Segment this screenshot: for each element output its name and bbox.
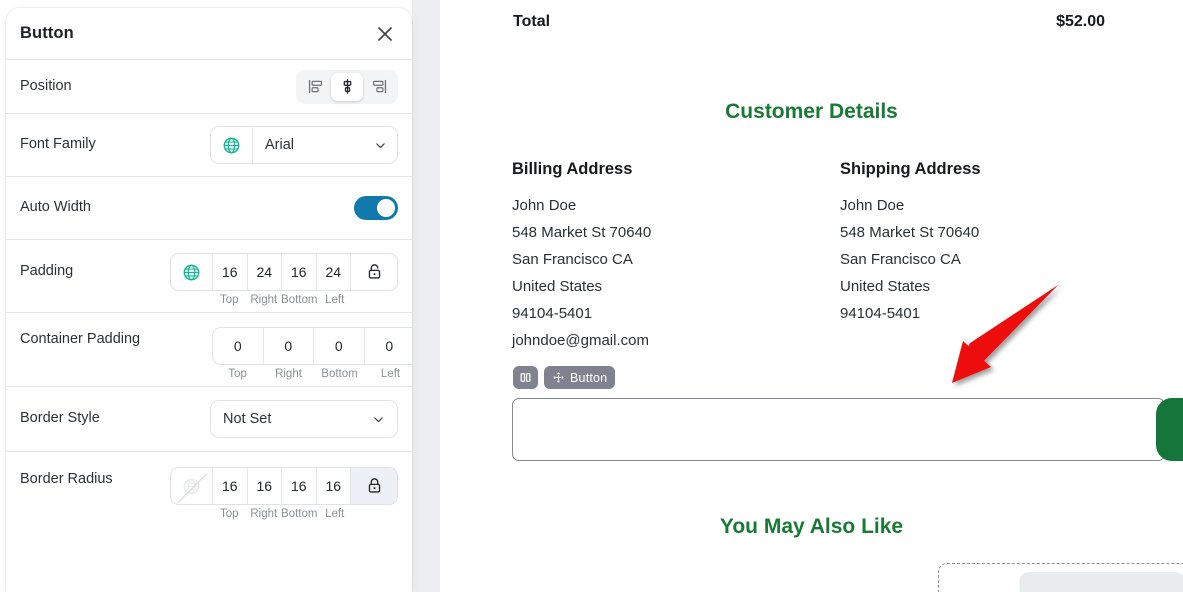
selected-element-badge[interactable]: Button — [544, 366, 616, 389]
row-label-padding: Padding — [20, 263, 74, 279]
padding-sublabel-right: Right — [250, 294, 278, 306]
border-radius-sublabel-right: Right — [250, 508, 278, 520]
row-label-border-style: Border Style — [20, 410, 100, 427]
chevron-down-icon — [374, 416, 383, 422]
border-radius-right-input[interactable]: 16 — [248, 468, 282, 504]
border-radius-sublabel-top: Top — [219, 508, 239, 520]
selected-button-container[interactable] — [512, 398, 1165, 461]
border-radius-quad-control: 16 16 16 16 Top Right Bottom Left — [170, 467, 398, 520]
shipping-line-street: 548 Market St 70640 — [840, 224, 980, 241]
row-padding: Padding 16 24 16 24 Top Right Bottom Lef… — [6, 240, 412, 313]
font-family-value: Arial — [265, 137, 295, 153]
shipping-address-block: Shipping Address John Doe 548 Market St … — [840, 160, 981, 327]
row-font-family: Font Family Arial — [6, 114, 412, 177]
billing-line-zip: 94104-5401 — [512, 305, 593, 322]
shipping-line-zip: 94104-5401 — [840, 305, 921, 322]
total-row: Total $52.00 — [513, 13, 1105, 31]
you-may-also-like-title: You May Also Like — [719, 515, 904, 538]
row-border-radius: Border Radius 16 16 16 16 Top Right Bott… — [6, 452, 412, 528]
product-thumbnail-placeholder — [1019, 572, 1183, 592]
border-radius-sublabel-left: Left — [325, 508, 345, 520]
total-value: $52.00 — [1056, 13, 1105, 30]
product-card[interactable] — [938, 563, 1183, 592]
padding-quad-control: 16 24 16 24 Top Right Bottom Left — [170, 253, 398, 306]
selected-element-label: Button — [570, 370, 608, 385]
shipping-line-country: United States — [840, 278, 931, 295]
row-label-font-family: Font Family — [20, 136, 96, 153]
padding-left-input[interactable]: 24 — [317, 254, 351, 290]
screen-root: Button Position Font Family Arial Auto W… — [0, 0, 1183, 592]
font-family-control: Arial — [210, 126, 398, 164]
padding-top-input[interactable]: 16 — [213, 254, 248, 290]
billing-address-block: Billing Address John Doe 548 Market St 7… — [512, 160, 651, 354]
shipping-line-name: John Doe — [840, 197, 905, 214]
billing-line-city: San Francisco CA — [512, 251, 633, 268]
customer-details-title: Customer Details — [725, 100, 898, 123]
shipping-line-city: San Francisco CA — [840, 251, 961, 268]
container-padding-sublabel-top: Top — [228, 368, 247, 380]
font-family-select[interactable]: Arial — [253, 127, 397, 163]
row-label-container-padding: Container Padding — [20, 331, 141, 347]
container-padding-top-input[interactable]: 0 — [213, 328, 264, 364]
panel-gutter — [412, 0, 440, 592]
padding-sublabel-bottom: Bottom — [281, 294, 318, 306]
billing-line-name: John Doe — [512, 197, 577, 214]
padding-sublabels: Top Right Bottom Left — [170, 294, 398, 306]
container-padding-sublabel-left: Left — [380, 368, 401, 380]
billing-line-street: 548 Market St 70640 — [512, 224, 652, 241]
billing-line-country: United States — [512, 278, 603, 295]
row-label-position: Position — [20, 77, 72, 94]
page-title: Button — [20, 24, 74, 42]
padding-sublabel-left: Left — [325, 294, 345, 306]
check-order-status-button[interactable]: Check Order Status — [1156, 398, 1183, 461]
container-padding-quad-control: 0 0 0 0 Top Right Bottom Left — [170, 327, 412, 380]
position-segmented-control — [296, 69, 398, 104]
billing-line-email: johndoe@gmail.com — [512, 332, 649, 349]
row-container-padding: Container Padding 0 0 0 0 Top Right Bott… — [6, 313, 412, 387]
border-radius-sublabel-bottom: Bottom — [281, 508, 318, 520]
globe-icon[interactable] — [211, 127, 253, 163]
row-position: Position — [6, 60, 412, 114]
lock-open-icon[interactable] — [351, 254, 397, 290]
auto-width-toggle[interactable] — [354, 196, 398, 220]
email-preview-canvas: Total $52.00 Customer Details Billing Ad… — [440, 0, 1183, 592]
row-label-auto-width: Auto Width — [20, 199, 91, 216]
columns-handle-icon[interactable] — [513, 366, 538, 389]
container-padding-bottom-input[interactable]: 0 — [314, 328, 365, 364]
align-left-icon[interactable] — [299, 73, 331, 101]
globe-icon[interactable] — [171, 254, 213, 290]
panel-header: Button — [6, 8, 412, 60]
button-settings-panel: Button Position Font Family Arial Auto W… — [6, 8, 412, 592]
row-auto-width: Auto Width — [6, 177, 412, 240]
container-padding-sublabel-right: Right — [275, 368, 302, 380]
container-padding-right-input[interactable]: 0 — [264, 328, 314, 364]
container-padding-sublabels: Top Right Bottom Left — [170, 368, 412, 380]
container-padding-left-input[interactable]: 0 — [365, 328, 413, 364]
total-label: Total — [513, 13, 551, 30]
row-label-border-radius: Border Radius — [20, 471, 113, 487]
align-right-icon[interactable] — [363, 73, 395, 101]
border-style-select[interactable]: Not Set — [210, 400, 398, 438]
padding-sublabel-top: Top — [219, 294, 239, 306]
container-padding-sublabel-bottom: Bottom — [321, 368, 358, 380]
align-center-icon[interactable] — [331, 72, 363, 101]
border-radius-sublabels: Top Right Bottom Left — [170, 508, 398, 520]
selection-toolbar: Button — [513, 366, 616, 389]
shipping-address-heading: Shipping Address — [840, 160, 981, 178]
lock-closed-icon[interactable] — [351, 468, 397, 504]
padding-bottom-input[interactable]: 16 — [282, 254, 317, 290]
row-border-style: Border Style Not Set — [6, 387, 412, 452]
padding-right-input[interactable]: 24 — [248, 254, 282, 290]
border-radius-bottom-input[interactable]: 16 — [282, 468, 317, 504]
move-arrows-icon — [553, 372, 564, 383]
chevron-down-icon — [376, 142, 385, 148]
billing-address-heading: Billing Address — [512, 160, 633, 178]
border-radius-top-input[interactable]: 16 — [213, 468, 248, 504]
close-icon[interactable] — [372, 21, 398, 47]
border-radius-left-input[interactable]: 16 — [317, 468, 351, 504]
border-style-value: Not Set — [223, 411, 272, 427]
globe-disabled-icon — [171, 468, 213, 504]
